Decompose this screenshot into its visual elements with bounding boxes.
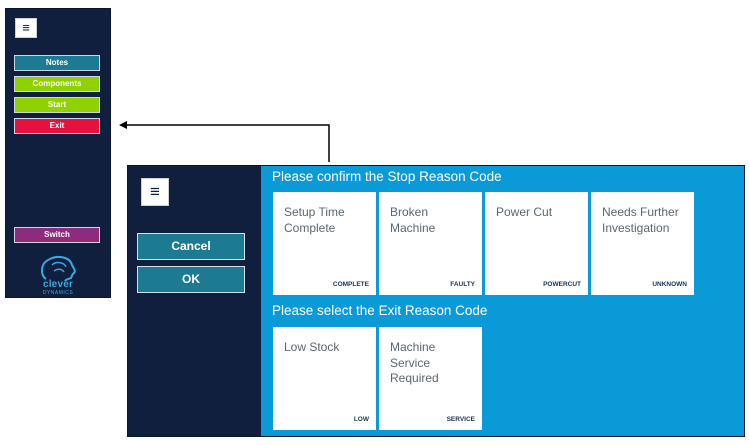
stop-tile-unknown[interactable]: Needs Further Investigation UNKNOWN (591, 192, 694, 295)
exit-button[interactable]: Exit (14, 118, 100, 134)
switch-button[interactable]: Switch (14, 227, 100, 243)
logo-subtitle: DYNAMICS (42, 290, 74, 296)
start-button[interactable]: Start (14, 97, 100, 113)
exit-tile-low[interactable]: Low Stock LOW (273, 327, 376, 430)
small-menu-panel: ≡ Notes Components Start Exit Switch cle… (5, 8, 111, 298)
tile-label: Power Cut (496, 205, 553, 219)
tile-label: Setup Time Complete (284, 205, 345, 235)
tile-label: Broken Machine (390, 205, 436, 235)
tile-code: POWERCUT (543, 281, 581, 288)
exit-reason-title: Please select the Exit Reason Code (272, 303, 488, 318)
logo-wordmark: clever (42, 279, 74, 290)
tile-code: SERVICE (446, 416, 475, 423)
dialog-sidebar: ≡ Cancel OK (128, 166, 261, 436)
exit-tile-service[interactable]: Machine Service Required SERVICE (379, 327, 482, 430)
stop-reason-title: Please confirm the Stop Reason Code (272, 169, 502, 184)
tile-label: Needs Further Investigation (602, 205, 679, 235)
tile-code: LOW (353, 416, 369, 423)
components-button[interactable]: Components (14, 76, 100, 92)
ok-button[interactable]: OK (137, 266, 245, 293)
notes-button[interactable]: Notes (14, 55, 100, 71)
clever-dynamics-logo: clever DYNAMICS (28, 253, 88, 296)
tile-code: COMPLETE (332, 281, 369, 288)
reason-code-dialog: ≡ Cancel OK Please confirm the Stop Reas… (127, 165, 745, 437)
tile-code: UNKNOWN (652, 281, 687, 288)
cancel-button[interactable]: Cancel (137, 233, 245, 260)
tile-label: Low Stock (284, 340, 340, 354)
hamburger-menu-icon[interactable]: ≡ (141, 178, 169, 206)
stop-tile-complete[interactable]: Setup Time Complete COMPLETE (273, 192, 376, 295)
tile-code: FAULTY (450, 281, 475, 288)
dialog-main: Please confirm the Stop Reason Code Setu… (261, 166, 744, 436)
hamburger-menu-icon[interactable]: ≡ (15, 18, 37, 38)
stop-tile-powercut[interactable]: Power Cut POWERCUT (485, 192, 588, 295)
stop-tile-faulty[interactable]: Broken Machine FAULTY (379, 192, 482, 295)
tile-label: Machine Service Required (390, 340, 439, 385)
